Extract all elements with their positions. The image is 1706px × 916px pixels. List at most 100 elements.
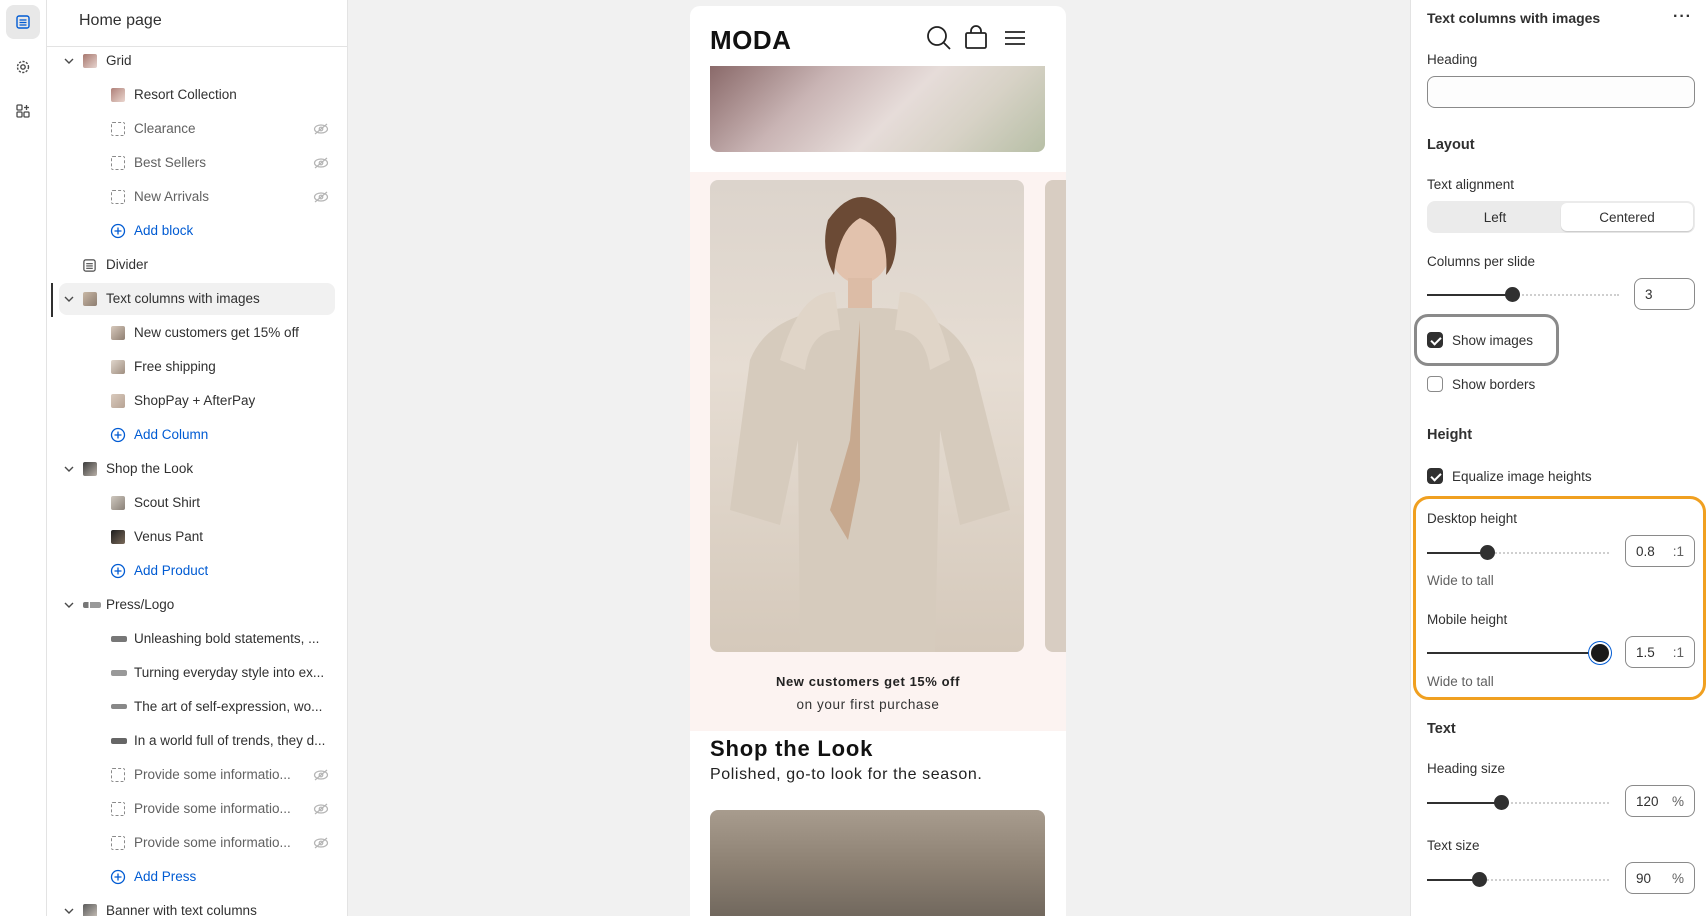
text-alignment-segmented: Left Centered [1427,201,1695,233]
tree-label: Shop the Look [106,461,194,476]
menu-hamburger-icon[interactable] [1001,24,1029,52]
apps-icon[interactable] [6,94,40,128]
column-image-model [710,180,1024,652]
tree-label: Press/Logo [106,597,175,612]
tree-section-divider[interactable]: Divider [59,249,335,281]
placeholder-block-icon [111,122,125,136]
checkbox-unchecked[interactable] [1427,376,1443,392]
chevron-down-icon[interactable] [63,463,75,475]
tree-block-press-2[interactable]: Turning everyday style into ex... [59,657,335,689]
tree-block-new-arrivals[interactable]: New Arrivals [59,181,335,213]
mobile-height-slider[interactable] [1427,643,1609,663]
slider-knob[interactable] [1494,795,1509,810]
slider-knob[interactable] [1472,872,1487,887]
chevron-down-icon[interactable] [63,599,75,611]
tree-block-scout-shirt[interactable]: Scout Shirt [59,487,335,519]
more-actions-icon[interactable]: ··· [1673,8,1692,26]
tree-block-press-7[interactable]: Provide some informatio... [59,827,335,859]
tree-block-best-sellers[interactable]: Best Sellers [59,147,335,179]
show-borders-checkbox[interactable]: Show borders [1427,374,1535,394]
add-product-button[interactable]: Add Product [59,555,335,587]
text-size-slider[interactable] [1427,870,1609,890]
tree-block-venus-pant[interactable]: Venus Pant [59,521,335,553]
page-title: Home page [79,12,162,29]
section-thumbnail [83,462,97,476]
align-centered-option[interactable]: Centered [1561,203,1693,231]
store-logo[interactable]: MODA [710,25,791,56]
desktop-height-slider[interactable] [1427,543,1609,563]
columns-input[interactable]: 3 [1634,278,1695,310]
heading-label: Heading [1427,52,1478,67]
chevron-down-icon[interactable] [63,905,75,916]
add-column-button[interactable]: Add Column [59,419,335,451]
columns-value: 3 [1645,287,1653,302]
tree-section-banner[interactable]: Banner with text columns [59,895,335,916]
heading-input[interactable] [1427,76,1695,108]
hidden-eye-icon[interactable] [313,190,329,204]
mobile-height-unit: :1 [1672,645,1684,660]
slider-knob[interactable] [1480,545,1495,560]
heading-size-unit: % [1671,794,1684,809]
plus-circle-icon [110,427,126,443]
tree-label: Banner with text columns [106,903,257,916]
equalize-heights-checkbox[interactable]: Equalize image heights [1427,466,1592,486]
tree-section-press-logo[interactable]: Press/Logo [59,589,335,621]
tree-label: Unleashing bold statements, ... [134,631,320,646]
settings-gear-icon[interactable] [6,50,40,84]
chevron-down-icon[interactable] [63,55,75,67]
checkbox-checked[interactable] [1427,332,1443,348]
tree-section-grid[interactable]: Grid [59,45,335,77]
text-size-value: 90 [1636,871,1652,886]
heading-size-label: Heading size [1427,761,1506,776]
align-left-option[interactable]: Left [1429,203,1561,231]
column-image-next [1045,180,1066,652]
columns-slider[interactable] [1427,285,1619,305]
slider-knob-focused[interactable] [1591,644,1609,662]
tree-block-press-3[interactable]: The art of self-expression, wo... [59,691,335,723]
mobile-height-input[interactable]: 1.5 :1 [1625,636,1695,668]
chevron-down-icon[interactable] [63,293,75,305]
hidden-eye-icon[interactable] [313,802,329,816]
hidden-eye-icon[interactable] [313,768,329,782]
sections-icon[interactable] [6,5,40,39]
tree-label: In a world full of trends, they d... [134,733,326,748]
checkbox-checked[interactable] [1427,468,1443,484]
tree-block-press-4[interactable]: In a world full of trends, they d... [59,725,335,757]
tree-label: Free shipping [134,359,216,374]
tree-label: Provide some informatio... [134,835,291,850]
tree-block-resort-collection[interactable]: Resort Collection [59,79,335,111]
cart-bag-icon[interactable] [962,24,990,52]
show-images-checkbox[interactable]: Show images [1427,330,1533,350]
tree-block-press-6[interactable]: Provide some informatio... [59,793,335,825]
tree-block-clearance[interactable]: Clearance [59,113,335,145]
grid-thumbnail [83,54,97,68]
add-press-button[interactable]: Add Press [59,861,335,893]
heading-size-slider[interactable] [1427,793,1609,813]
tree-block-press-1[interactable]: Unleashing bold statements, ... [59,623,335,655]
hidden-eye-icon[interactable] [313,122,329,136]
tree-label: New customers get 15% off [134,325,299,340]
desktop-height-input[interactable]: 0.8 :1 [1625,535,1695,567]
press-logo-thumbnail [111,738,127,744]
tree-section-shop-the-look[interactable]: Shop the Look [59,453,335,485]
text-alignment-label: Text alignment [1427,177,1515,192]
tree-label: Add Product [134,563,209,578]
tree-block-shoppay[interactable]: ShopPay + AfterPay [59,385,335,417]
search-icon[interactable] [925,24,953,52]
text-size-input[interactable]: 90 % [1625,862,1695,894]
tree-block-free-shipping[interactable]: Free shipping [59,351,335,383]
shop-the-look-image [710,810,1045,916]
add-block-button[interactable]: Add block [59,215,335,247]
heading-size-input[interactable]: 120 % [1625,785,1695,817]
block-thumbnail [111,88,125,102]
tree-label: ShopPay + AfterPay [134,393,256,408]
tree-block-new-customers[interactable]: New customers get 15% off [59,317,335,349]
tree-block-press-5[interactable]: Provide some informatio... [59,759,335,791]
slider-fill [1427,652,1600,654]
placeholder-block-icon [111,836,125,850]
text-section-title: Text [1427,721,1456,737]
hidden-eye-icon[interactable] [313,836,329,850]
tree-section-text-columns[interactable]: Text columns with images [59,283,335,315]
slider-knob[interactable] [1505,287,1520,302]
hidden-eye-icon[interactable] [313,156,329,170]
